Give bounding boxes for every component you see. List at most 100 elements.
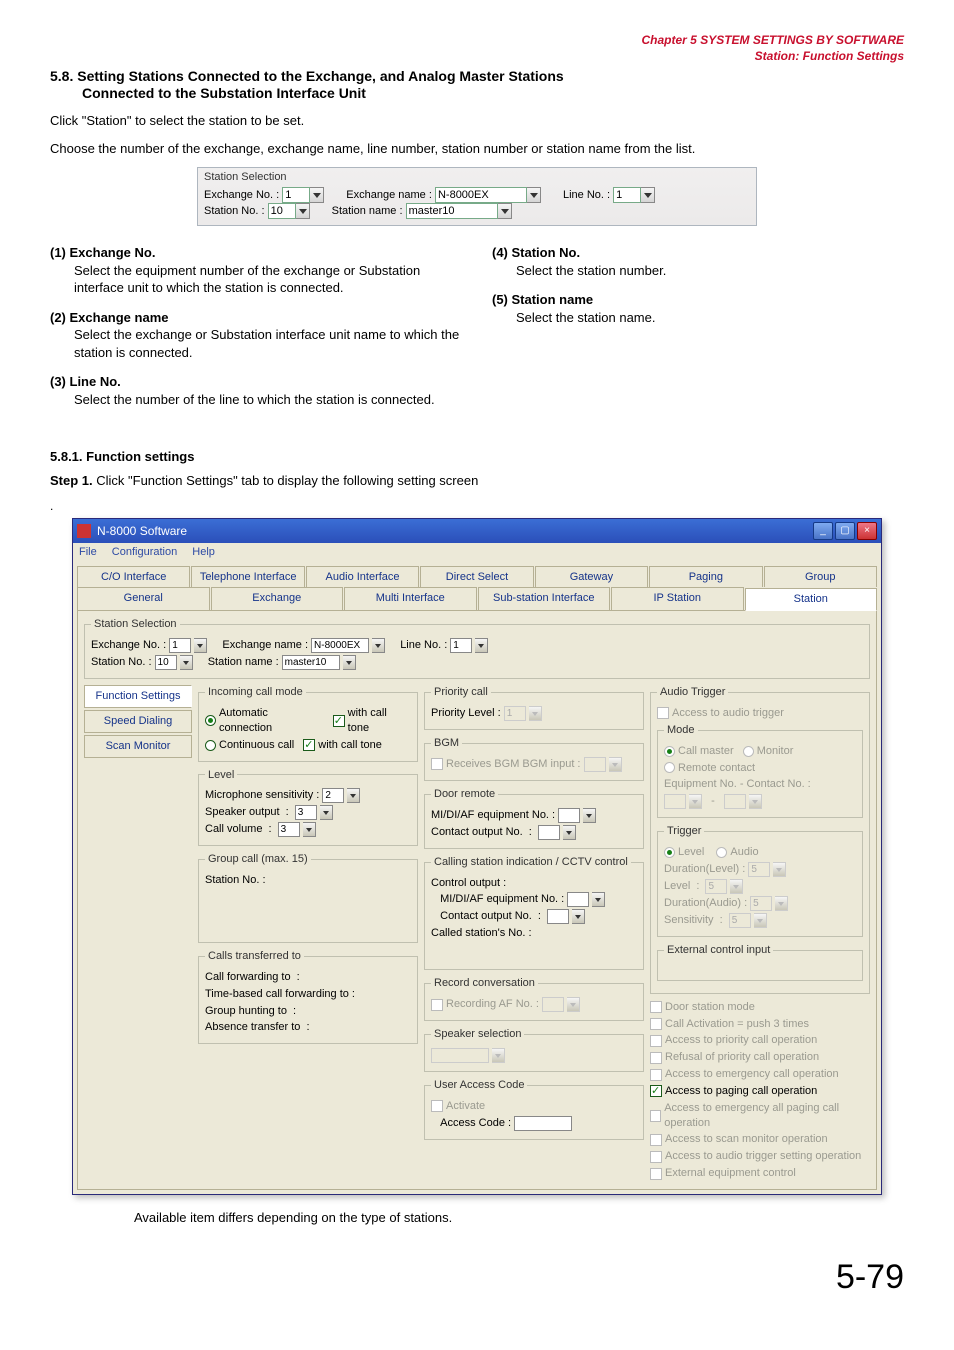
tab-exchange[interactable]: Exchange xyxy=(211,587,344,610)
chapter-subhead: Station: Function Settings xyxy=(50,48,904,64)
tab-station[interactable]: Station xyxy=(745,588,878,611)
midi-v[interactable] xyxy=(558,808,580,823)
win-station-selection: Station Selection Exchange No. : 1 Excha… xyxy=(84,617,870,679)
item-4-body: Select the station number. xyxy=(492,262,904,280)
vtab-function-settings[interactable]: Function Settings xyxy=(84,685,192,708)
call-vol-v[interactable]: 3 xyxy=(278,822,300,837)
tab-group[interactable]: Group xyxy=(764,566,877,588)
w-exch-name-v[interactable]: N-8000EX xyxy=(311,638,369,653)
line-no-field[interactable]: 1 xyxy=(613,187,641,203)
w-line-no-v[interactable]: 1 xyxy=(450,638,472,653)
w-stn-no-drop[interactable] xyxy=(180,655,193,670)
exch-name-field[interactable]: N-8000EX xyxy=(435,187,527,203)
tab-ip-station[interactable]: IP Station xyxy=(611,587,744,610)
fs-level: Level Microphone sensitivity :2 Speaker … xyxy=(198,768,418,847)
col-right: (4) Station No. Select the station numbe… xyxy=(492,244,904,420)
w-line-no-l: Line No. : xyxy=(400,638,447,653)
auto-conn-label: Automatic connection xyxy=(219,706,324,736)
chk-acc-audio-trig xyxy=(650,1151,662,1163)
exch-name-label: Exchange name : xyxy=(346,189,432,201)
stn-no-dropdown-icon[interactable] xyxy=(296,203,310,219)
fs-uac-legend: User Access Code xyxy=(431,1078,527,1093)
tab-substation-interface[interactable]: Sub-station Interface xyxy=(478,587,611,610)
contact-v[interactable] xyxy=(538,825,560,840)
step-1: Step 1. Click "Function Settings" tab to… xyxy=(50,472,904,490)
midi2-v[interactable] xyxy=(567,892,589,907)
dur-audio-l: Duration(Audio) : xyxy=(664,896,747,911)
minimize-button[interactable]: _ xyxy=(813,522,833,540)
item-2: (2) Exchange name Select the exchange or… xyxy=(50,309,462,362)
fs-level-legend: Level xyxy=(205,768,237,783)
stn-name-field[interactable]: master10 xyxy=(406,203,498,219)
w-exch-no-drop[interactable] xyxy=(194,638,207,653)
spk-out-drop[interactable] xyxy=(320,805,333,820)
w-stn-no-v[interactable]: 10 xyxy=(155,655,177,670)
tab-direct-select[interactable]: Direct Select xyxy=(420,566,533,588)
mic-sens-drop[interactable] xyxy=(347,788,360,803)
w-line-no-drop[interactable] xyxy=(475,638,488,653)
close-button[interactable]: × xyxy=(857,522,877,540)
fs-incoming: Incoming call mode Automatic connection … xyxy=(198,685,418,761)
item-2-body: Select the exchange or Substation interf… xyxy=(50,326,462,361)
access-code-v[interactable] xyxy=(514,1116,572,1131)
rad-trigger-level xyxy=(664,847,675,858)
stn-no-field[interactable]: 10 xyxy=(268,203,296,219)
chk-ext-equip xyxy=(650,1168,662,1180)
w-stn-name-drop[interactable] xyxy=(343,655,356,670)
w-exch-name-drop[interactable] xyxy=(372,638,385,653)
fs-door-legend: Door remote xyxy=(431,787,498,802)
chk-door-station xyxy=(650,1001,662,1013)
tab-multi-interface[interactable]: Multi Interface xyxy=(344,587,477,610)
contact2-v[interactable] xyxy=(547,909,569,924)
call-vol-drop[interactable] xyxy=(303,822,316,837)
time-based-l: Time-based call forwarding to : xyxy=(205,987,355,1002)
exch-no-field[interactable]: 1 xyxy=(282,187,310,203)
maximize-button[interactable]: ▢ xyxy=(835,522,855,540)
midi-l: MI/DI/AF equipment No. : xyxy=(431,808,555,823)
contact2-drop[interactable] xyxy=(572,909,585,924)
tab-gateway[interactable]: Gateway xyxy=(535,566,648,588)
line-no-dropdown-icon[interactable] xyxy=(641,187,655,203)
chk-calltone-1[interactable] xyxy=(333,715,345,727)
exch-name-dropdown-icon[interactable] xyxy=(527,187,541,203)
fs-priority-legend: Priority call xyxy=(431,685,491,700)
exch-no-dropdown-icon[interactable] xyxy=(310,187,324,203)
w-stn-name-v[interactable]: master10 xyxy=(282,655,340,670)
stn-name-dropdown-icon[interactable] xyxy=(498,203,512,219)
chapter-prefix: Chapter 5 xyxy=(642,33,697,47)
spk-out-v[interactable]: 3 xyxy=(295,805,317,820)
radio-cont-call[interactable] xyxy=(205,740,216,751)
tab-telephone-interface[interactable]: Telephone Interface xyxy=(191,566,304,588)
chk-acc-paging[interactable] xyxy=(650,1085,662,1097)
equip-no-v xyxy=(664,794,686,809)
contact-drop[interactable] xyxy=(563,825,576,840)
fs-cctv-legend: Calling station indication / CCTV contro… xyxy=(431,855,631,870)
fs-group-legend: Group call (max. 15) xyxy=(205,852,311,867)
midi2-drop[interactable] xyxy=(592,892,605,907)
mic-sens-v[interactable]: 2 xyxy=(322,788,344,803)
contact-no-drop xyxy=(749,794,762,809)
midi-drop[interactable] xyxy=(583,808,596,823)
menu-file[interactable]: File xyxy=(79,546,97,558)
control-output-l: Control output : xyxy=(431,876,506,891)
tab-co-interface[interactable]: C/O Interface xyxy=(77,566,190,588)
level-drop xyxy=(730,879,743,894)
menu-configuration[interactable]: Configuration xyxy=(112,546,177,558)
tab-paging[interactable]: Paging xyxy=(649,566,762,588)
sens-v: 5 xyxy=(729,913,751,928)
menu-help[interactable]: Help xyxy=(192,546,215,558)
fs-record-legend: Record conversation xyxy=(431,976,538,991)
chk-calltone-2[interactable] xyxy=(303,739,315,751)
w-exch-no-l: Exchange No. : xyxy=(91,638,166,653)
tab-general[interactable]: General xyxy=(77,587,210,610)
acc-emergency-l: Access to emergency call operation xyxy=(665,1067,839,1082)
ref-priority-l: Refusal of priority call operation xyxy=(665,1050,819,1065)
vtab-speed-dialing[interactable]: Speed Dialing xyxy=(84,710,192,733)
vtab-scan-monitor[interactable]: Scan Monitor xyxy=(84,735,192,758)
chk-access-trigger xyxy=(657,707,669,719)
tab-audio-interface[interactable]: Audio Interface xyxy=(306,566,419,588)
level-l: Level xyxy=(664,879,690,894)
radio-auto-conn[interactable] xyxy=(205,715,216,726)
w-exch-no-v[interactable]: 1 xyxy=(169,638,191,653)
w-stn-no-l: Station No. : xyxy=(91,655,152,670)
